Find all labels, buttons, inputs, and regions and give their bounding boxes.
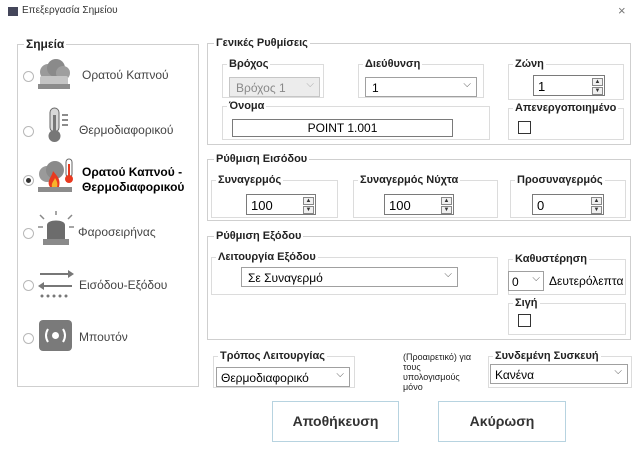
sensor-label-smoke-heat: Ορατού Καπνού - Θερμοδιαφορικού [82, 165, 184, 195]
optional-note-line4: μόνο [403, 382, 423, 392]
sensor-label-smoke: Ορατού Καπνού [82, 68, 169, 82]
spin-down-icon[interactable]: ▼ [441, 206, 452, 214]
thermometer-icon [44, 107, 72, 146]
zone-legend: Ζώνη [515, 58, 544, 70]
output-settings-legend: Ρύθμιση Εξόδου [216, 230, 302, 242]
mode-legend: Τρόπος Λειτουργίας [220, 350, 325, 362]
pre-alarm-stepper[interactable]: 0 ▲ ▼ [532, 194, 604, 215]
sensor-radio-smoke-heat[interactable] [23, 175, 34, 186]
zone-stepper[interactable]: 1 ▲ ▼ [533, 75, 605, 96]
night-alarm-legend: Συναγερμός Νύχτα [360, 174, 459, 186]
name-legend: Όνομα [229, 100, 265, 112]
spin-down-icon[interactable]: ▼ [303, 206, 314, 214]
window-title: Επεξεργασία Σημείου [22, 5, 118, 16]
sensor-label-siren: Φαροσειρήνας [78, 225, 156, 239]
spin-down-icon[interactable]: ▼ [592, 87, 603, 95]
pre-alarm-legend: Προσυναγερμός [517, 174, 603, 186]
chevron-down-icon: ⌵ [336, 369, 344, 380]
siren-beacon-icon [36, 211, 76, 250]
sensor-type-legend: Σημεία [26, 37, 65, 51]
optional-note: (Προαιρετικό) για τους υπολογισμούς μόνο [403, 352, 471, 392]
disabled-checkbox[interactable] [518, 121, 531, 134]
pre-alarm-spin-buttons[interactable]: ▲ ▼ [591, 197, 602, 214]
app-icon [8, 7, 18, 16]
sensor-radio-smoke[interactable] [23, 71, 34, 82]
name-input[interactable]: POINT 1.001 [232, 119, 453, 137]
silent-legend: Σιγή [515, 297, 538, 309]
sensor-radio-siren[interactable] [23, 228, 34, 239]
linked-device-legend: Συνδεμένη Συσκευή [495, 350, 599, 362]
delay-select[interactable]: 0 ⌵ [508, 271, 544, 291]
optional-note-line1: (Προαιρετικό) για [403, 352, 472, 362]
delay-unit-label: Δευτερόλεπτα [549, 274, 624, 288]
zone-spin-buttons[interactable]: ▲ ▼ [592, 78, 603, 95]
push-button-icon [38, 319, 74, 356]
address-value: 1 [372, 81, 379, 95]
sensor-label-smoke-heat-line1: Ορατού Καπνού - [82, 165, 183, 179]
disabled-legend: Απενεργοποιημένο [515, 102, 617, 114]
smoke-heat-detector-icon [36, 157, 76, 198]
smoke-detector-icon [36, 58, 72, 95]
mode-value: Θερμοδιαφορικό [221, 371, 309, 385]
chevron-down-icon: ⌵ [614, 366, 622, 377]
optional-note-line2: τους [403, 362, 421, 372]
night-alarm-stepper[interactable]: 100 ▲ ▼ [384, 194, 454, 215]
chevron-down-icon: ⌵ [444, 269, 452, 280]
alarm-value: 100 [251, 198, 273, 213]
sensor-label-io: Εισόδου-Εξόδου [79, 278, 168, 292]
silent-checkbox[interactable] [518, 314, 531, 327]
linked-device-value: Κανένα [495, 368, 535, 382]
close-icon[interactable]: × [618, 3, 626, 18]
night-alarm-spin-buttons[interactable]: ▲ ▼ [441, 197, 452, 214]
sensor-radio-button[interactable] [23, 333, 34, 344]
input-output-icon [36, 266, 76, 303]
output-function-value: Σε Συναγερμό [248, 271, 323, 285]
chevron-down-icon: ⌵ [463, 79, 471, 90]
mode-select[interactable]: Θερμοδιαφορικό ⌵ [216, 367, 350, 387]
cancel-button[interactable]: Ακύρωση [438, 401, 566, 442]
input-settings-legend: Ρύθμιση Εισόδου [216, 153, 308, 165]
delay-legend: Καθυστέρηση [515, 253, 587, 265]
sensor-radio-io[interactable] [23, 280, 34, 291]
save-button[interactable]: Αποθήκευση [272, 401, 399, 442]
address-legend: Διεύθυνση [365, 58, 421, 70]
general-settings-legend: Γενικές Ρυθμίσεις [216, 37, 308, 49]
night-alarm-value: 100 [389, 198, 411, 213]
sensor-radio-heat[interactable] [23, 126, 34, 137]
spin-up-icon[interactable]: ▲ [591, 197, 602, 205]
chevron-down-icon: ⌵ [306, 79, 314, 90]
spin-up-icon[interactable]: ▲ [441, 197, 452, 205]
pre-alarm-value: 0 [537, 198, 545, 213]
loop-legend: Βρόχος [229, 58, 269, 70]
zone-value: 1 [538, 79, 546, 94]
sensor-label-smoke-heat-line2: Θερμοδιαφορικού [82, 180, 185, 194]
output-function-legend: Λειτουργία Εξόδου [218, 251, 316, 263]
alarm-stepper[interactable]: 100 ▲ ▼ [246, 194, 316, 215]
linked-device-select[interactable]: Κανένα ⌵ [490, 364, 628, 384]
spin-up-icon[interactable]: ▲ [592, 78, 603, 86]
loop-select[interactable]: Βρόχος 1 ⌵ [229, 77, 320, 97]
alarm-legend: Συναγερμός [218, 174, 282, 186]
sensor-label-heat: Θερμοδιαφορικού [79, 123, 174, 137]
sensor-label-button: Μπουτόν [79, 330, 128, 344]
output-function-select[interactable]: Σε Συναγερμό ⌵ [241, 267, 458, 287]
chevron-down-icon: ⌵ [532, 273, 540, 284]
alarm-spin-buttons[interactable]: ▲ ▼ [303, 197, 314, 214]
spin-down-icon[interactable]: ▼ [591, 206, 602, 214]
address-select[interactable]: 1 ⌵ [365, 77, 477, 97]
delay-value: 0 [512, 275, 519, 289]
optional-note-line3: υπολογισμούς [403, 372, 460, 382]
loop-value: Βρόχος 1 [236, 81, 286, 95]
spin-up-icon[interactable]: ▲ [303, 197, 314, 205]
